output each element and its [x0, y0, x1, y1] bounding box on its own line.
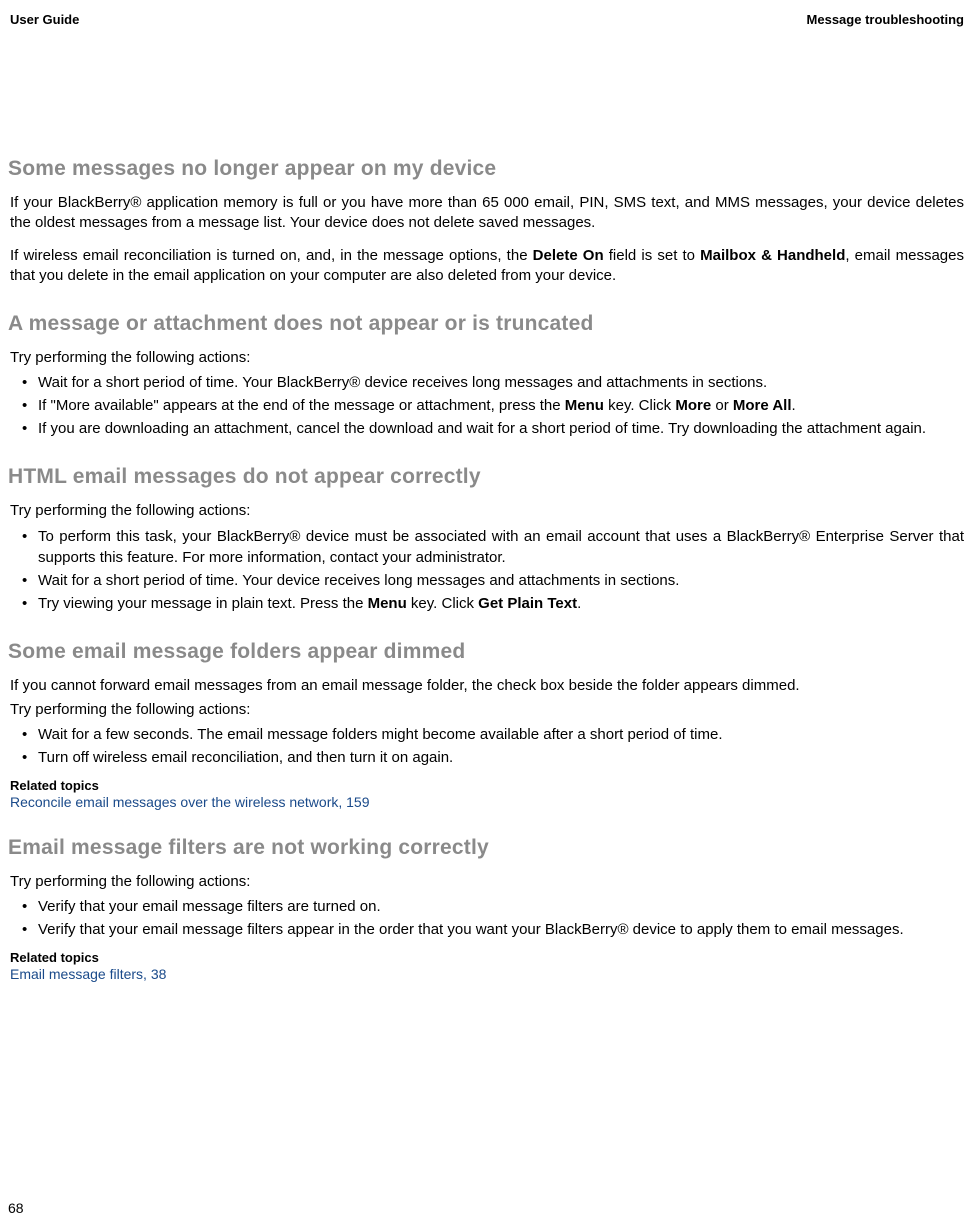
section-filters: Email message filters are not working co…	[8, 836, 966, 982]
heading-html-email: HTML email messages do not appear correc…	[8, 465, 966, 489]
bullet-list: To perform this task, your BlackBerry® d…	[10, 526, 964, 614]
heading-filters: Email message filters are not working co…	[8, 836, 966, 860]
related-topics-label: Related topics	[10, 950, 964, 965]
list-item: Wait for a few seconds. The email messag…	[10, 724, 964, 745]
header-left: User Guide	[10, 12, 79, 27]
heading-truncated: A message or attachment does not appear …	[8, 312, 966, 336]
bullet-list: Wait for a few seconds. The email messag…	[10, 724, 964, 768]
list-item: To perform this task, your BlackBerry® d…	[10, 526, 964, 568]
related-topics-label: Related topics	[10, 778, 964, 793]
list-item: Verify that your email message filters a…	[10, 919, 964, 940]
intro-text: Try performing the following actions:	[10, 872, 964, 892]
section-folders-dimmed: Some email message folders appear dimmed…	[8, 640, 966, 811]
header-right: Message troubleshooting	[807, 12, 964, 27]
bullet-list: Verify that your email message filters a…	[10, 896, 964, 940]
related-topic-link[interactable]: Reconcile email messages over the wirele…	[10, 794, 964, 810]
main-content: Some messages no longer appear on my dev…	[8, 27, 966, 982]
list-item: Wait for a short period of time. Your de…	[10, 570, 964, 591]
paragraph: If you cannot forward email messages fro…	[10, 676, 964, 696]
section-some-messages: Some messages no longer appear on my dev…	[8, 157, 966, 286]
list-item: If you are downloading an attachment, ca…	[10, 418, 964, 439]
section-truncated: A message or attachment does not appear …	[8, 312, 966, 439]
list-item: Try viewing your message in plain text. …	[10, 593, 964, 614]
intro-text: Try performing the following actions:	[10, 501, 964, 521]
list-item: Turn off wireless email reconciliation, …	[10, 747, 964, 768]
paragraph: If your BlackBerry® application memory i…	[10, 193, 964, 234]
page-number: 68	[8, 1200, 24, 1216]
heading-folders-dimmed: Some email message folders appear dimmed	[8, 640, 966, 664]
list-item: Wait for a short period of time. Your Bl…	[10, 372, 964, 393]
page-header: User Guide Message troubleshooting	[8, 12, 966, 27]
intro-text: Try performing the following actions:	[10, 700, 964, 720]
heading-some-messages: Some messages no longer appear on my dev…	[8, 157, 966, 181]
related-topic-link[interactable]: Email message filters, 38	[10, 966, 964, 982]
paragraph: If wireless email reconciliation is turn…	[10, 246, 964, 287]
list-item: If "More available" appears at the end o…	[10, 395, 964, 416]
bullet-list: Wait for a short period of time. Your Bl…	[10, 372, 964, 439]
section-html-email: HTML email messages do not appear correc…	[8, 465, 966, 613]
list-item: Verify that your email message filters a…	[10, 896, 964, 917]
intro-text: Try performing the following actions:	[10, 348, 964, 368]
